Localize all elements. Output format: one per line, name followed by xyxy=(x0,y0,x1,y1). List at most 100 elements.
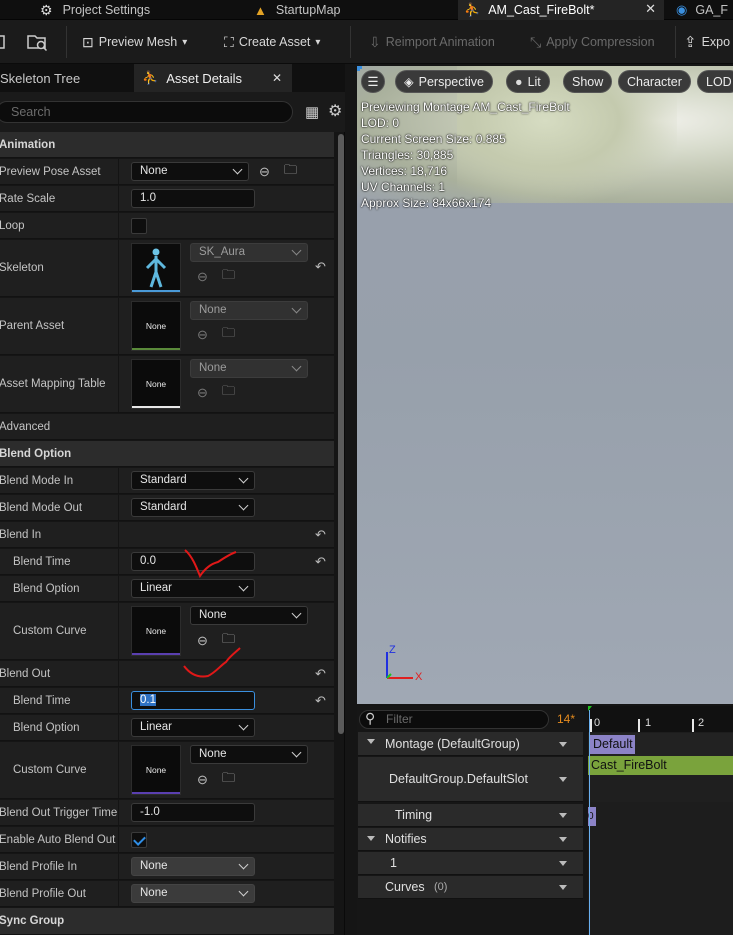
track-options-icon[interactable] xyxy=(559,741,567,747)
preview-mesh-button[interactable]: ⊡ Preview Mesh ▾ xyxy=(82,20,187,64)
property-blend-in-custom-curve: Custom Curve None None ⊖ 🗀 xyxy=(0,603,334,660)
reset-to-default-icon[interactable]: ↶ xyxy=(315,667,329,681)
blend-out-time-input[interactable]: 0.1 xyxy=(131,691,255,710)
asset-mapping-thumbnail[interactable]: None xyxy=(131,359,181,409)
tab-asset-details[interactable]: ⛹ Asset Details ✕ xyxy=(134,64,292,92)
viewport-info-line: Vertices: 18,716 xyxy=(361,164,448,178)
mesh-icon: ⊡ xyxy=(82,33,94,50)
property-blend-out-time: Blend Time 0.1 ↶ xyxy=(0,688,334,714)
tab-skeleton-tree[interactable]: Skeleton Tree xyxy=(0,64,132,92)
lit-button[interactable]: ● Lit xyxy=(506,70,550,93)
property-blend-mode-out: Blend Mode Out Standard xyxy=(0,495,334,521)
notifies-track[interactable]: Notifies xyxy=(358,828,583,851)
blend-mode-out-dropdown[interactable]: Standard xyxy=(131,498,255,517)
search-icon: ⚲ xyxy=(365,710,376,726)
settings-gear-icon[interactable]: ⚙ xyxy=(328,101,342,121)
browse-asset-icon[interactable]: 🗀 xyxy=(220,770,237,788)
blend-out-curve-thumbnail[interactable]: None xyxy=(131,745,181,795)
viewport-info-line: Current Screen Size: 0.885 xyxy=(361,132,506,146)
browse-asset-icon[interactable]: 🗀 xyxy=(282,162,299,180)
tab-startup-map[interactable]: ▲ StartupMap xyxy=(254,0,454,20)
property-blend-out-custom-curve: Custom Curve None None ⊖ 🗀 xyxy=(0,742,334,799)
curves-track[interactable]: Curves (0) xyxy=(358,876,583,899)
asset-mapping-dropdown[interactable]: None xyxy=(190,359,308,378)
track-options-icon[interactable] xyxy=(559,861,567,866)
parent-asset-dropdown[interactable]: None xyxy=(190,301,308,320)
tab-am-cast-firebolt[interactable]: ⛹ AM_Cast_FireBolt* ✕ xyxy=(458,0,664,20)
category-blend-option[interactable]: Blend Option xyxy=(0,441,334,467)
montage-group-track[interactable]: Montage (DefaultGroup) xyxy=(358,732,583,756)
timeline-graph[interactable]: 0 1 2 Default Cast_FireBolt 0 xyxy=(588,706,733,935)
use-selected-icon[interactable]: ⊖ xyxy=(194,771,211,788)
reset-to-default-icon[interactable]: ↶ xyxy=(315,694,329,708)
section-default[interactable]: Default xyxy=(590,735,635,754)
property-asset-mapping-table: Asset Mapping Table None None ⊖ 🗀 xyxy=(0,356,334,413)
table-view-icon[interactable]: ▦ xyxy=(305,103,319,121)
tab-ga[interactable]: ◉ GA_F xyxy=(670,0,733,20)
preview-viewport[interactable]: ☰ ◈ Perspective ● Lit Show Character LOD… xyxy=(357,66,733,704)
blend-out-curve-dropdown[interactable]: None xyxy=(190,745,308,764)
perspective-button[interactable]: ◈ Perspective xyxy=(395,70,493,93)
close-icon[interactable]: ✕ xyxy=(645,1,656,17)
category-sync-group[interactable]: Sync Group xyxy=(0,908,334,935)
timeline-ruler[interactable]: 0 1 2 xyxy=(588,706,733,732)
reimport-animation-button[interactable]: ⇩ Reimport Animation xyxy=(369,20,495,64)
apply-compression-button[interactable]: ⤡ Apply Compression xyxy=(530,20,655,64)
property-blend-out[interactable]: Blend Out ↶ xyxy=(0,661,334,687)
blend-profile-out-dropdown[interactable]: None xyxy=(131,884,255,903)
browse-asset-icon[interactable] xyxy=(26,20,50,64)
character-button[interactable]: Character xyxy=(618,70,691,93)
category-animation[interactable]: Animation xyxy=(0,132,334,158)
rate-scale-input[interactable]: 1.0 xyxy=(131,189,255,208)
timeline-filter-input[interactable]: ⚲ Filter xyxy=(359,710,549,729)
export-button[interactable]: ⇪ Expo xyxy=(684,20,730,64)
blend-out-trigger-time-input[interactable]: -1.0 xyxy=(131,803,255,822)
reset-to-default-icon[interactable]: ↶ xyxy=(315,555,329,569)
details-scrollbar[interactable] xyxy=(338,134,344,734)
segment-cast-firebolt[interactable]: Cast_FireBolt xyxy=(588,756,733,775)
skeleton-thumbnail[interactable] xyxy=(131,243,181,293)
frame-count: 14* xyxy=(557,712,576,726)
show-button[interactable]: Show xyxy=(563,70,613,93)
preview-pose-asset-dropdown[interactable]: None xyxy=(131,162,249,181)
use-selected-icon[interactable]: ⊖ xyxy=(256,163,273,180)
skeleton-dropdown[interactable]: SK_Aura xyxy=(190,243,308,262)
browse-asset-icon[interactable]: 🗀 xyxy=(220,325,237,343)
property-blend-out-option: Blend Option Linear xyxy=(0,715,334,741)
save-icon[interactable] xyxy=(0,20,6,64)
loop-checkbox[interactable] xyxy=(131,218,147,234)
blend-in-curve-thumbnail[interactable]: None xyxy=(131,606,181,656)
lod-button[interactable]: LOD xyxy=(697,70,733,93)
track-options-icon[interactable] xyxy=(559,777,567,782)
playhead-line[interactable] xyxy=(589,710,590,935)
blend-mode-in-dropdown[interactable]: Standard xyxy=(131,471,255,490)
close-icon[interactable]: ✕ xyxy=(272,71,282,85)
use-selected-icon[interactable]: ⊖ xyxy=(194,326,211,343)
track-options-icon[interactable] xyxy=(559,837,567,842)
property-blend-out-trigger-time: Blend Out Trigger Time -1.0 xyxy=(0,800,334,826)
create-asset-button[interactable]: ⛶ Create Asset ▾ xyxy=(224,20,320,64)
gear-icon: ⚙ xyxy=(40,1,53,18)
parent-asset-thumbnail[interactable]: None xyxy=(131,301,181,351)
slot-track[interactable]: DefaultGroup.DefaultSlot xyxy=(358,757,583,802)
advanced-expander[interactable]: Advanced xyxy=(0,414,334,440)
blend-profile-in-dropdown[interactable]: None xyxy=(131,857,255,876)
viewport-menu-button[interactable]: ☰ xyxy=(361,70,385,93)
details-search-input[interactable]: Search xyxy=(0,101,293,123)
timing-track[interactable]: Timing xyxy=(358,804,583,827)
track-options-icon[interactable] xyxy=(559,813,567,818)
reset-to-default-icon[interactable]: ↶ xyxy=(315,528,329,542)
tab-project-settings[interactable]: ⚙ Project Settings xyxy=(40,0,240,20)
track-options-icon[interactable] xyxy=(559,885,567,890)
blend-out-option-dropdown[interactable]: Linear xyxy=(131,718,255,737)
browse-asset-icon[interactable]: 🗀 xyxy=(220,383,237,401)
use-selected-icon[interactable]: ⊖ xyxy=(194,268,211,285)
property-blend-in[interactable]: Blend In ↶ xyxy=(0,522,334,548)
enable-auto-blend-out-checkbox[interactable] xyxy=(131,832,147,848)
sphere-icon: ● xyxy=(515,74,523,89)
notify-track-1[interactable]: 1 xyxy=(358,852,583,875)
toolbar-separator xyxy=(66,26,67,58)
use-selected-icon[interactable]: ⊖ xyxy=(194,384,211,401)
browse-asset-icon[interactable]: 🗀 xyxy=(220,267,237,285)
reset-to-default-icon[interactable]: ↶ xyxy=(315,260,329,274)
